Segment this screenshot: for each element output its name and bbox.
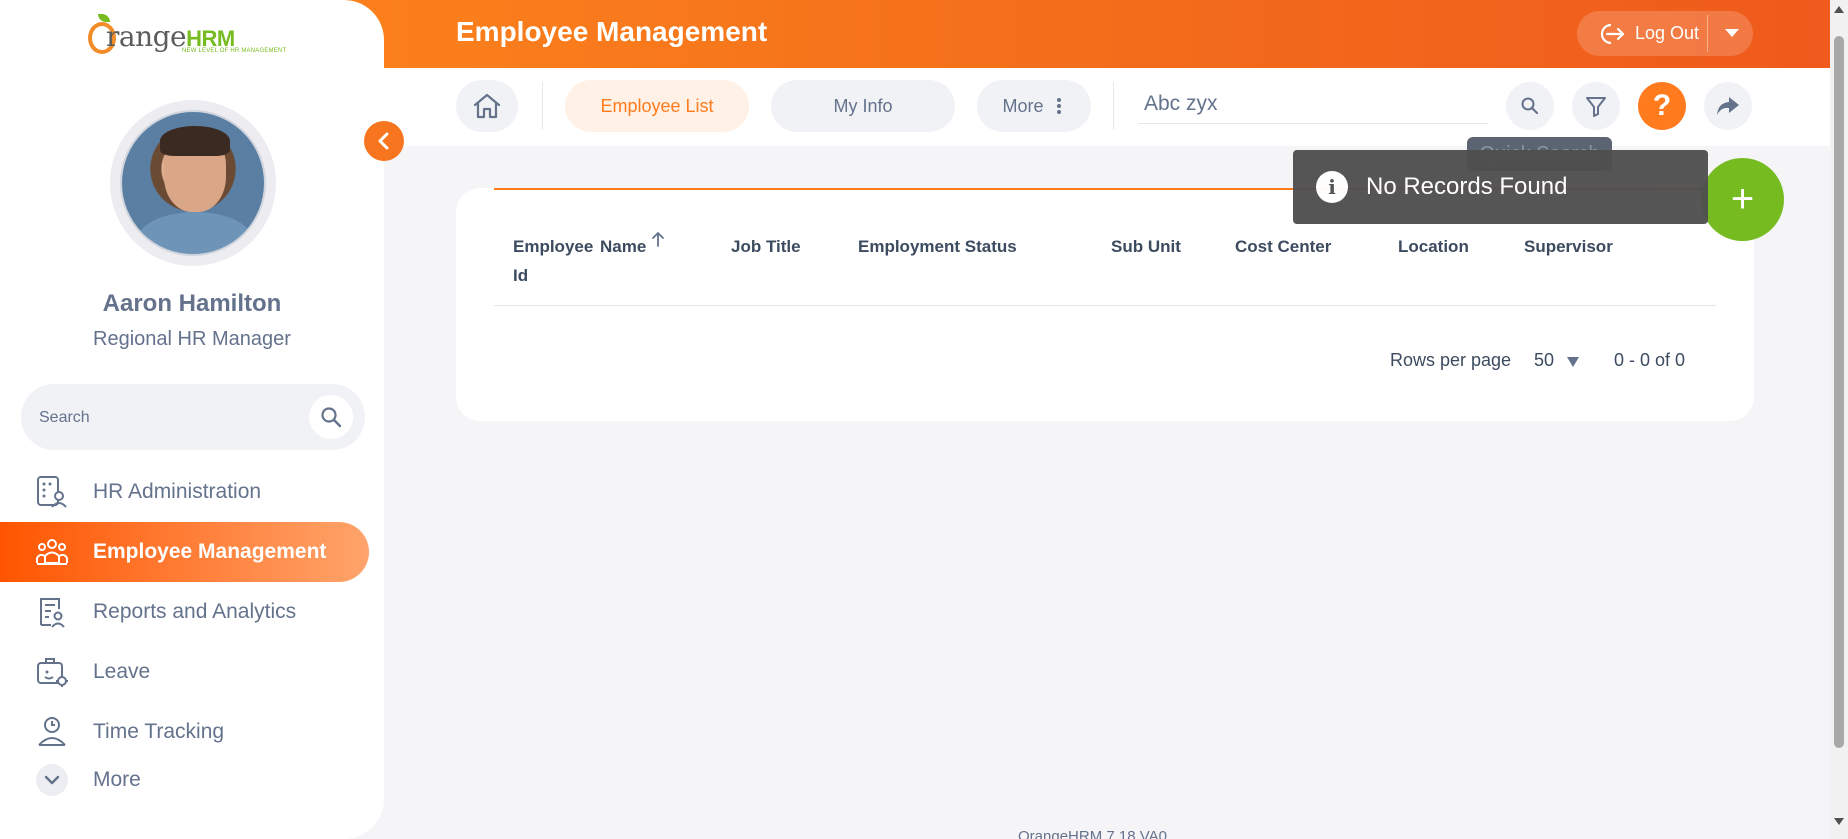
column-header-cost-center[interactable]: Cost Center xyxy=(1235,232,1331,261)
tab-employee-list[interactable]: Employee List xyxy=(565,80,749,132)
logout-label: Log Out xyxy=(1635,23,1700,43)
toast-notification: i No Records Found xyxy=(1293,150,1708,224)
sidebar-item-hr-administration[interactable]: HR Administration xyxy=(0,462,384,522)
home-button[interactable] xyxy=(456,80,518,132)
column-header-supervisor[interactable]: Supervisor xyxy=(1524,232,1613,261)
rows-per-page-select[interactable]: 50 xyxy=(1534,350,1554,371)
sidebar-item-more[interactable]: More xyxy=(0,762,384,798)
avatar[interactable] xyxy=(110,100,276,266)
quick-search-input[interactable] xyxy=(1138,84,1488,123)
scroll-up-arrow-icon[interactable] xyxy=(1834,6,1844,13)
column-header-name[interactable]: Name xyxy=(600,232,666,261)
share-button[interactable] xyxy=(1704,82,1752,130)
logout-button[interactable]: Log Out xyxy=(1577,11,1753,56)
search-icon xyxy=(1521,97,1539,115)
share-arrow-icon xyxy=(1717,97,1739,115)
tab-more[interactable]: More xyxy=(977,80,1091,132)
help-button[interactable]: ? xyxy=(1638,82,1686,130)
orangehrm-logo[interactable]: rangeHRM NEW LEVEL OF HR MANAGEMENT xyxy=(88,14,298,58)
logout-divider xyxy=(1707,15,1708,52)
column-header-employment-status[interactable]: Employment Status xyxy=(858,232,1017,261)
toast-message: No Records Found xyxy=(1366,173,1568,200)
sidebar-search-input[interactable] xyxy=(39,406,299,430)
search-icon[interactable] xyxy=(309,395,353,439)
sidebar-item-leave[interactable]: Leave xyxy=(0,642,384,702)
toolbar: Employee List My Info More ? xyxy=(384,68,1830,146)
chevron-down-icon[interactable] xyxy=(1725,29,1739,37)
sidebar-search xyxy=(21,384,365,450)
table-header-divider xyxy=(494,305,1716,306)
sidebar-item-label: More xyxy=(93,768,141,791)
employees-icon xyxy=(34,534,70,570)
more-vertical-icon xyxy=(1056,98,1061,114)
quick-search xyxy=(1138,84,1488,124)
sidebar-item-label: Leave xyxy=(93,660,151,683)
leave-icon xyxy=(34,654,70,690)
add-employee-button[interactable]: + xyxy=(1701,158,1784,241)
sidebar: rangeHRM NEW LEVEL OF HR MANAGEMENT Aaro… xyxy=(0,0,384,839)
info-icon: i xyxy=(1316,171,1348,203)
chevron-down-icon xyxy=(36,764,68,796)
sidebar-item-label: Time Tracking xyxy=(93,720,225,743)
sidebar-item-reports-and-analytics[interactable]: Reports and Analytics xyxy=(0,582,384,642)
pagination-range: 0 - 0 of 0 xyxy=(1614,350,1686,370)
time-icon xyxy=(34,714,70,750)
column-header-employee-id[interactable]: Employee Id xyxy=(513,232,593,290)
column-header-location[interactable]: Location xyxy=(1398,232,1469,261)
page-title: Employee Management xyxy=(456,16,768,47)
sidebar-item-label: HR Administration xyxy=(93,480,262,503)
column-header-sub-unit[interactable]: Sub Unit xyxy=(1111,232,1181,261)
scrollbar-thumb[interactable] xyxy=(1834,36,1844,748)
sidebar-item-label: Reports and Analytics xyxy=(93,600,297,623)
logo-tagline: NEW LEVEL OF HR MANAGEMENT xyxy=(182,48,287,54)
filter-button[interactable] xyxy=(1572,82,1620,130)
reports-icon xyxy=(34,594,70,630)
tab-my-info[interactable]: My Info xyxy=(771,80,955,132)
sidebar-item-label: Employee Management xyxy=(93,540,327,563)
sort-ascending-icon[interactable] xyxy=(650,228,666,257)
toolbar-divider xyxy=(542,82,543,130)
page-scrollbar[interactable] xyxy=(1830,0,1848,839)
sidebar-item-employee-management[interactable]: Employee Management xyxy=(0,522,369,582)
quick-search-button[interactable] xyxy=(1506,82,1554,130)
toolbar-divider xyxy=(1113,82,1114,130)
chevron-down-icon[interactable] xyxy=(1567,357,1579,367)
logout-icon xyxy=(1597,22,1625,46)
chevron-left-icon xyxy=(378,132,389,150)
avatar-photo xyxy=(120,110,266,256)
sidebar-menu: HR Administration Employee Management Re… xyxy=(0,462,384,798)
user-role: Regional HR Manager xyxy=(93,328,291,350)
footer-version: OrangeHRM 7.18.VA0 xyxy=(1018,828,1167,839)
rows-per-page-label: Rows per page xyxy=(1390,350,1512,370)
scroll-down-arrow-icon[interactable] xyxy=(1834,818,1844,825)
sidebar-collapse-button[interactable] xyxy=(364,121,404,161)
home-icon xyxy=(473,93,501,119)
filter-icon xyxy=(1586,97,1606,117)
sidebar-item-time-tracking[interactable]: Time Tracking xyxy=(0,702,384,762)
hr-admin-icon xyxy=(34,474,70,510)
tab-more-label: More xyxy=(1002,95,1044,116)
user-name: Aaron Hamilton xyxy=(102,290,282,317)
column-header-job-title[interactable]: Job Title xyxy=(731,232,801,261)
